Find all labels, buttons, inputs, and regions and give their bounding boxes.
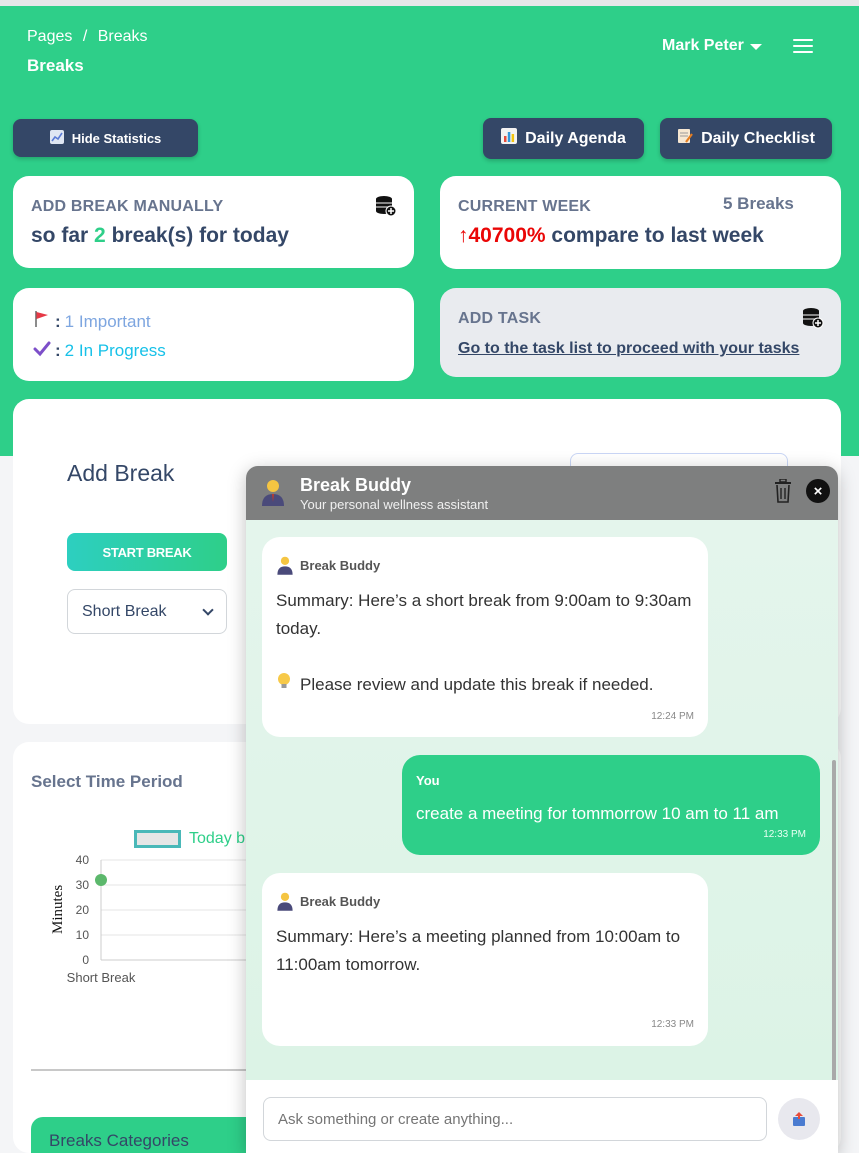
- memo-icon: [677, 128, 693, 149]
- task-list-link[interactable]: Go to the task list to proceed with your…: [458, 340, 799, 358]
- assistant-message: Break Buddy Summary: Here’s a short brea…: [262, 537, 708, 737]
- chat-input[interactable]: [263, 1097, 767, 1141]
- week-compare-text: compare to last week: [551, 224, 764, 247]
- lightbulb-icon: [276, 671, 292, 699]
- close-icon[interactable]: ×: [806, 479, 830, 503]
- y-tick-label: 20: [76, 903, 90, 917]
- data-point: [95, 874, 107, 886]
- caret-down-icon: [749, 44, 762, 50]
- message-sender: Break Buddy: [300, 557, 381, 573]
- scrollbar[interactable]: [832, 760, 836, 1128]
- important-label: 1 Important: [64, 311, 151, 331]
- message-note: Please review and update this break if n…: [276, 671, 694, 699]
- flag-icon: [33, 310, 51, 333]
- message-text: Summary: Here’s a short break from 9:00a…: [276, 591, 692, 638]
- important-row[interactable]: : 1 Important: [33, 310, 151, 333]
- message-text: Summary: Here’s a meeting planned from 1…: [276, 927, 681, 974]
- daily-agenda-label: Daily Agenda: [525, 129, 626, 147]
- assistant-message: Break Buddy Summary: Here’s a meeting pl…: [262, 873, 708, 1046]
- chart-icon: [49, 129, 64, 147]
- message-note-text: Please review and update this break if n…: [300, 675, 654, 694]
- chat-header: Break Buddy Your personal wellness assis…: [246, 466, 838, 520]
- chat-subtitle: Your personal wellness assistant: [300, 497, 489, 512]
- important-colon: :: [55, 311, 61, 331]
- send-button[interactable]: [778, 1098, 820, 1140]
- week-comparison: ↑40700% compare to last week: [458, 224, 764, 248]
- chat-messages[interactable]: Break Buddy Summary: Here’s a short brea…: [246, 520, 838, 1128]
- time-period-title: Select Time Period: [31, 772, 183, 791]
- add-break-title: Add Break: [67, 460, 175, 486]
- database-add-icon[interactable]: [375, 195, 397, 217]
- y-tick-label: 40: [76, 853, 90, 867]
- in-progress-row[interactable]: : 2 In Progress: [33, 339, 166, 362]
- y-tick-label: 30: [76, 878, 90, 892]
- add-break-manually-label: ADD BREAK MANUALLY: [31, 198, 224, 215]
- breadcrumb-separator: /: [82, 28, 88, 45]
- message-header: Break Buddy: [276, 891, 694, 911]
- assistant-avatar-icon: [260, 478, 286, 513]
- y-tick-label: 10: [76, 928, 90, 942]
- hide-statistics-label: Hide Statistics: [71, 130, 162, 146]
- breadcrumb-root[interactable]: Pages: [27, 28, 72, 45]
- chat-footer: [246, 1080, 838, 1153]
- page-title: Breaks: [27, 56, 84, 75]
- breaks-today-count: 2: [94, 224, 106, 247]
- current-week-label: CURRENT WEEK: [458, 198, 592, 215]
- daily-checklist-button[interactable]: Daily Checklist: [660, 118, 832, 159]
- current-week-card: CURRENT WEEK 5 Breaks ↑40700% compare to…: [440, 176, 841, 269]
- in-progress-label: 2 In Progress: [64, 340, 166, 360]
- add-task-card: ADD TASK Go to the task list to proceed …: [440, 288, 841, 377]
- start-break-button[interactable]: START BREAK: [67, 533, 227, 571]
- break-type-select[interactable]: Short Break: [67, 589, 227, 634]
- y-axis-label: Minutes: [50, 885, 66, 934]
- trash-icon[interactable]: [773, 478, 793, 503]
- message-time: 12:33 PM: [651, 1019, 694, 1030]
- breadcrumb-current: Breaks: [97, 28, 148, 45]
- database-add-icon[interactable]: [802, 307, 824, 329]
- breaks-chart: 40 30 20 10 0 Minutes Short Break: [50, 853, 261, 985]
- user-message: You create a meeting for tommorrow 10 am…: [402, 755, 820, 855]
- status-card: : 1 Important : 2 In Progress: [13, 288, 414, 381]
- user-menu[interactable]: Mark Peter: [662, 37, 762, 55]
- assistant-avatar-icon: [277, 892, 293, 911]
- check-icon: [33, 339, 51, 362]
- breaks-today-summary: so far 2 break(s) for today: [31, 224, 289, 248]
- week-breaks-count: 5 Breaks: [723, 194, 794, 213]
- summary-prefix: so far: [31, 224, 89, 247]
- add-break-manually-card[interactable]: ADD BREAK MANUALLY so far 2 break(s) for…: [13, 176, 414, 268]
- message-text: create a meeting for tommorrow 10 am to …: [416, 804, 779, 823]
- summary-suffix: break(s) for today: [111, 224, 289, 247]
- chat-widget: Break Buddy Your personal wellness assis…: [246, 466, 838, 1153]
- user-name: Mark Peter: [662, 37, 744, 54]
- message-header: Break Buddy: [276, 555, 694, 575]
- message-sender: You: [416, 773, 440, 788]
- hide-statistics-button[interactable]: Hide Statistics: [13, 119, 198, 157]
- assistant-avatar-icon: [277, 556, 293, 575]
- break-type-value: Short Break: [82, 602, 167, 620]
- breadcrumb: Pages / Breaks: [27, 28, 148, 46]
- daily-agenda-button[interactable]: Daily Agenda: [483, 118, 644, 159]
- chat-title: Break Buddy: [300, 475, 412, 495]
- chevron-down-icon: [202, 603, 214, 616]
- message-sender: Break Buddy: [300, 893, 381, 909]
- message-time: 12:24 PM: [651, 711, 694, 722]
- x-tick-label: Short Break: [67, 970, 136, 985]
- message-header: You: [416, 773, 806, 788]
- week-percent: 40700%: [468, 224, 546, 247]
- add-task-label: ADD TASK: [458, 310, 542, 327]
- bar-chart-icon: [501, 128, 518, 149]
- in-progress-colon: :: [55, 340, 61, 360]
- arrow-up-icon: ↑: [458, 224, 469, 247]
- menu-icon[interactable]: [793, 39, 813, 53]
- message-time: 12:33 PM: [763, 829, 806, 840]
- y-tick-label: 0: [82, 953, 89, 967]
- send-icon: [793, 1112, 805, 1126]
- daily-checklist-label: Daily Checklist: [701, 129, 815, 147]
